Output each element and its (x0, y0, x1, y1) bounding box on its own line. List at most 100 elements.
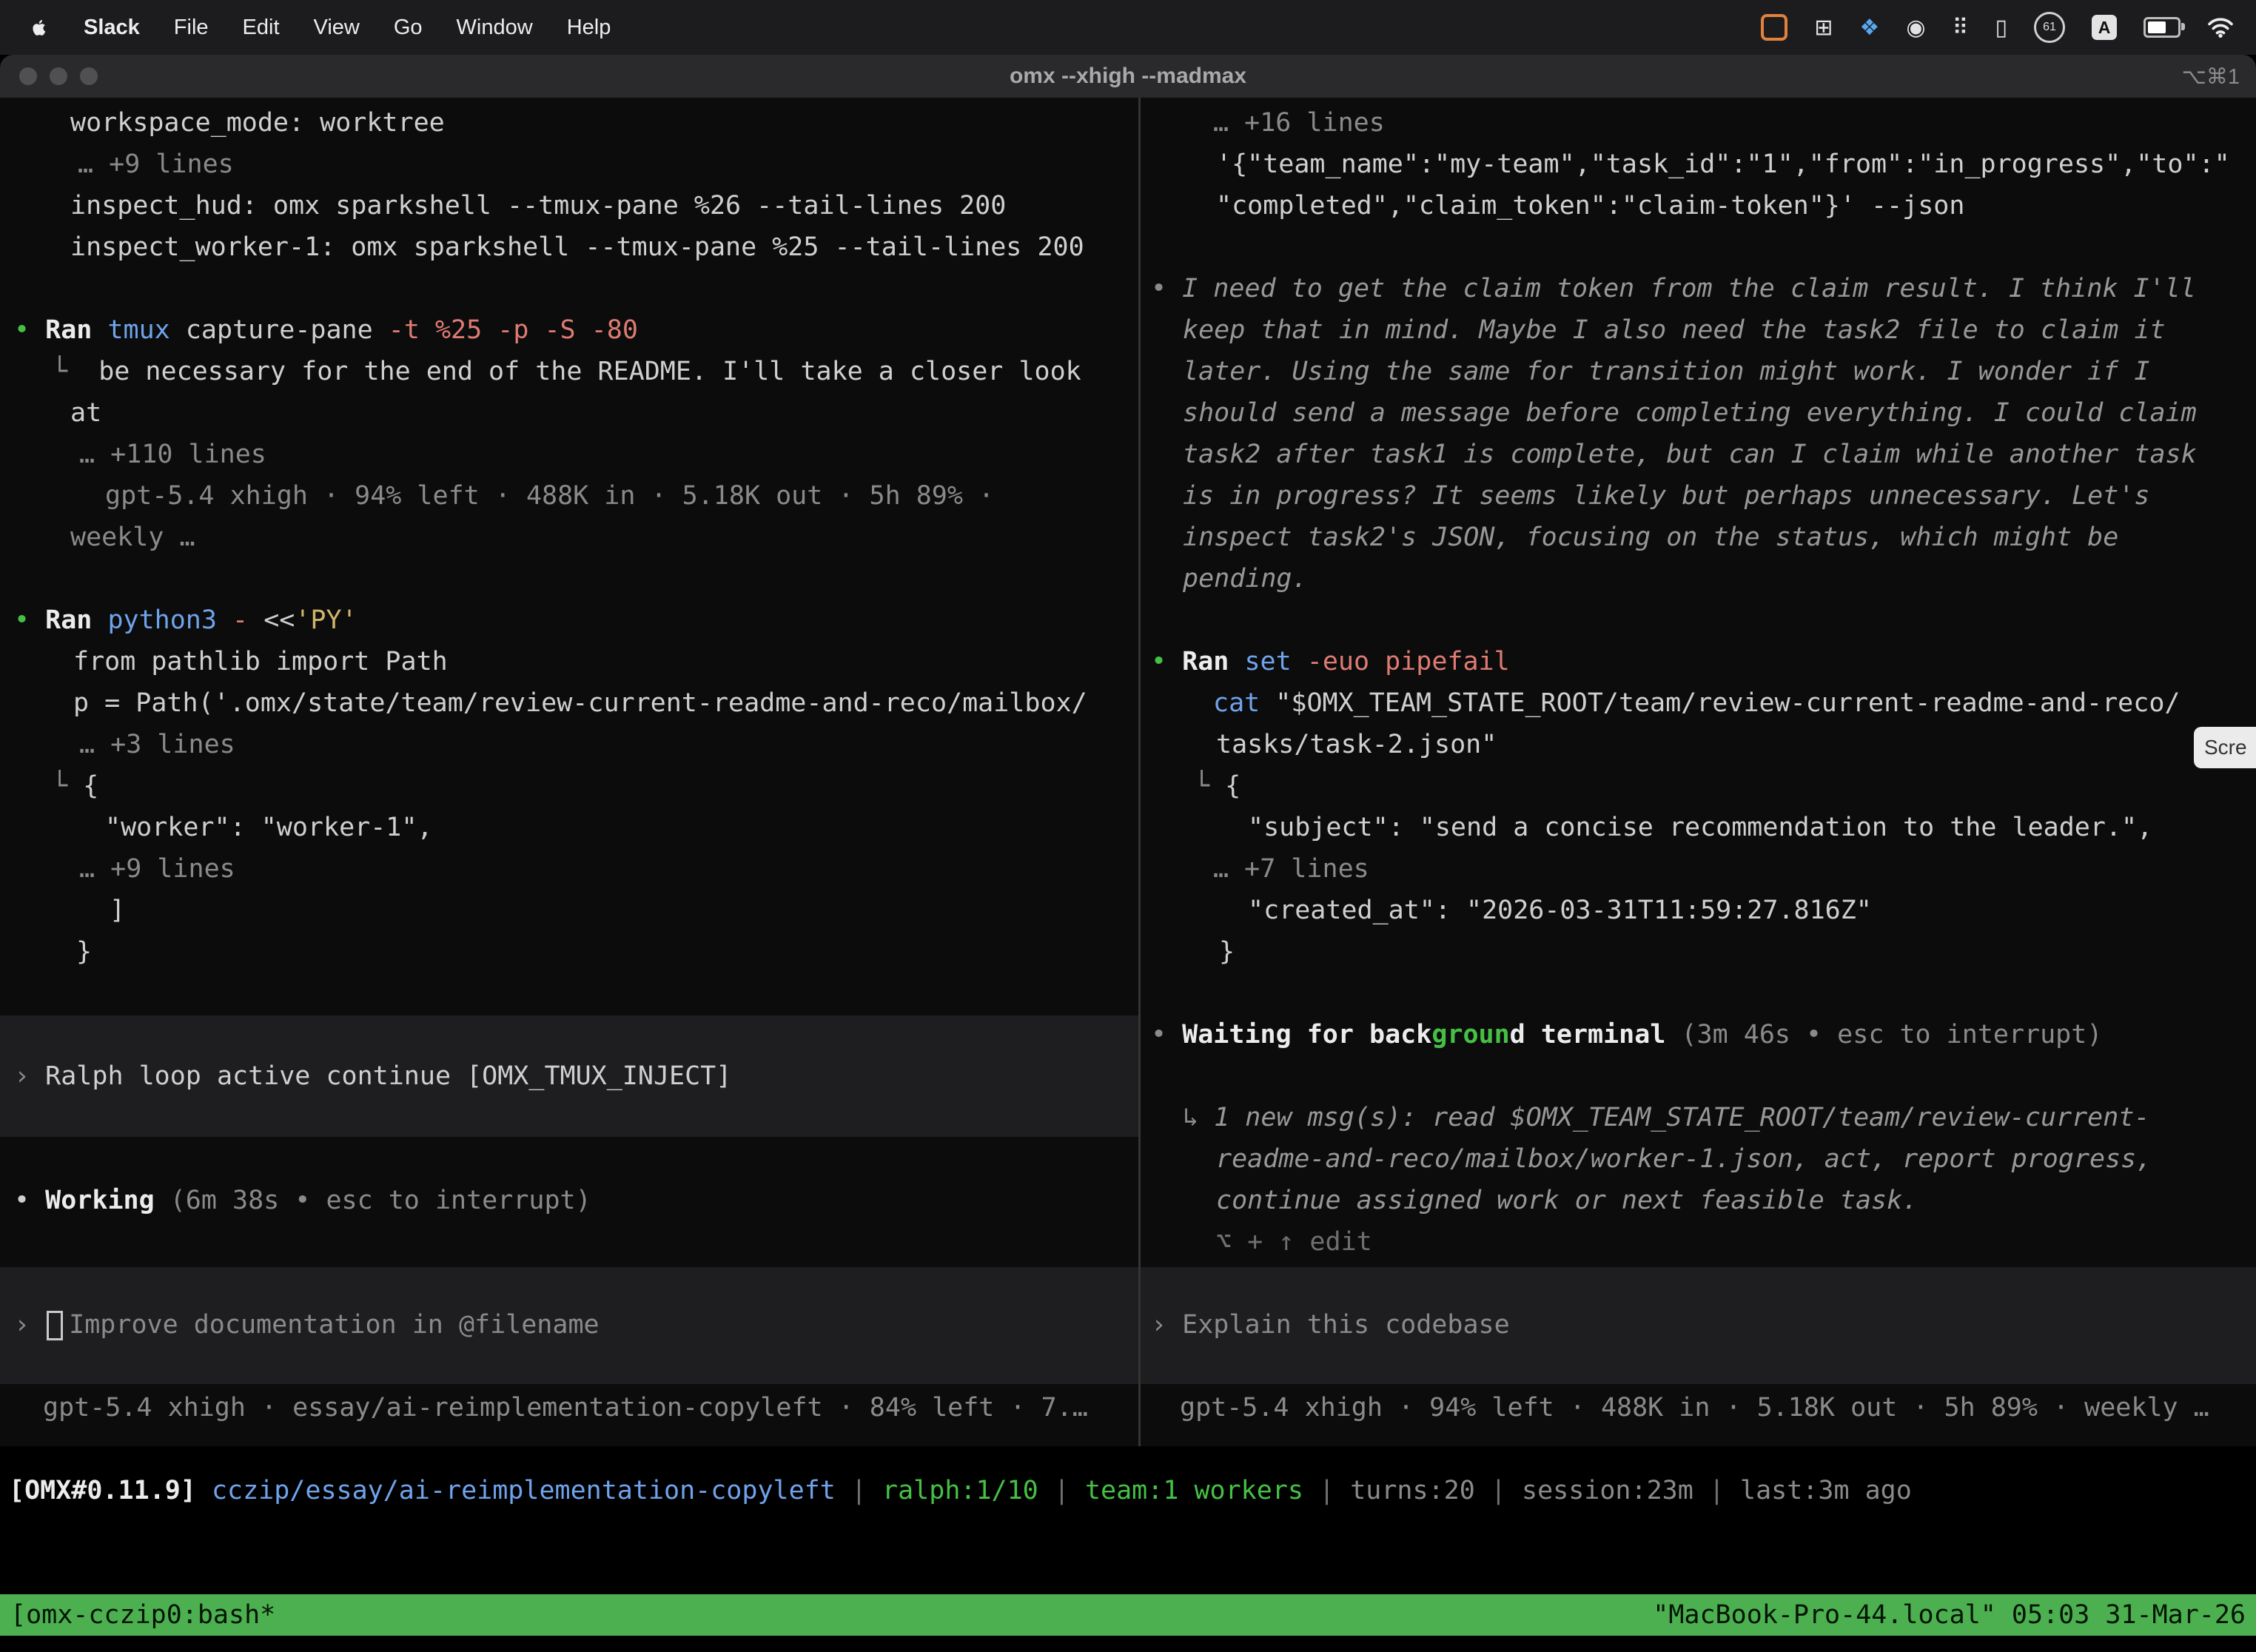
terminal-line: should send a message before completing … (1183, 392, 2197, 434)
text-segment: ] (110, 896, 125, 925)
text-segment: - (232, 605, 263, 635)
text-segment: › (14, 1310, 45, 1340)
text-segment: pending. (1183, 564, 1308, 594)
menu-file[interactable]: File (174, 16, 209, 40)
text-segment: session:23m (1522, 1476, 1693, 1505)
screenshot-thumbnail[interactable]: Scre (2194, 727, 2256, 768)
text-segment: { (1225, 771, 1241, 801)
terminal-line: continue assigned work or next feasible … (1216, 1180, 1918, 1221)
screen-recording-icon[interactable] (1761, 14, 1787, 41)
battery-icon[interactable] (2143, 17, 2181, 38)
terminal-line: } (76, 931, 92, 973)
menu-bar-left: Slack File Edit View Go Window Help (0, 16, 611, 40)
terminal-line: weekly … (70, 517, 195, 558)
terminal: workspace_mode: worktree … +9 lines inspec… (0, 98, 2256, 1446)
tmux-session-window: [omx-cczip0:bash* (10, 1600, 275, 1630)
wifi-icon[interactable] (2207, 16, 2234, 38)
text-segment: turns:20 (1350, 1476, 1475, 1505)
terminal-line: later. Using the same for transition mig… (1183, 351, 2149, 392)
battery-percentage-icon[interactable]: 61 (2034, 12, 2065, 43)
blue-app-icon[interactable]: ❖ (1859, 15, 1879, 41)
terminal-line: pending. (1183, 558, 1308, 600)
terminal-line: workspace_mode: worktree (70, 102, 445, 144)
text-segment: … +3 lines (79, 730, 235, 759)
terminal-line: › Ralph loop active continue [OMX_TMUX_I… (14, 1055, 731, 1097)
window-title: omx --xhigh --madmax (0, 64, 2256, 89)
apple-menu-icon[interactable] (30, 16, 50, 40)
text-segment: gpt-5.4 xhigh · 94% left · 488K in · 5.1… (105, 481, 994, 511)
text-segment: "created_at": "2026-03-31T11:59:27.816Z" (1248, 896, 1872, 925)
text-segment: Waiting for back (1182, 1020, 1431, 1050)
text-segment: › (14, 1061, 45, 1091)
window-manager-icon[interactable]: ⊞ (1814, 15, 1833, 41)
menu-help[interactable]: Help (567, 16, 611, 40)
text-segment: tmux (107, 315, 185, 345)
tmux-status-bar: [omx-cczip0:bash* "MacBook-Pro-44.local"… (0, 1594, 2256, 1636)
text-segment: tasks/task-2.json" (1216, 730, 1497, 759)
text-segment: … +7 lines (1213, 854, 1369, 884)
text-segment: └ (52, 771, 83, 801)
terminal-line: p = Path('.omx/state/team/review-current… (73, 682, 1087, 724)
terminal-line: from pathlib import Path (73, 641, 448, 682)
menu-window[interactable]: Window (457, 16, 533, 40)
text-segment: from pathlib import Path (73, 647, 448, 676)
terminal-pane-left: workspace_mode: worktree … +9 lines inspec… (0, 98, 1138, 1446)
text-segment: 'PY' (295, 605, 357, 635)
terminal-line: task2 after task1 is complete, but can I… (1183, 434, 2197, 475)
window-shortcut-hint: ⌥⌘1 (2181, 64, 2256, 90)
terminal-line: • Ran python3 - <<'PY' (14, 600, 357, 641)
text-segment: gpt-5.4 xhigh · essay/ai-reimplementatio… (43, 1393, 1088, 1423)
text-segment: gpt-5.4 xhigh · 94% left · 488K in · 5.1… (1180, 1393, 2209, 1423)
text-segment: | (1303, 1476, 1350, 1505)
menu-edit[interactable]: Edit (243, 16, 280, 40)
window-title-bar[interactable]: omx --xhigh --madmax ⌥⌘1 (0, 55, 2256, 98)
terminal-line: › Improve documentation in @filename (14, 1304, 600, 1346)
hidden-bar-icon[interactable]: ▯ (1995, 15, 2007, 41)
terminal-line: • Ran set -euo pipefail (1151, 641, 1510, 682)
text-segment: ⌥ + ↑ edit (1216, 1227, 1372, 1257)
dark-app-icon[interactable]: ◉ (1906, 15, 1925, 41)
terminal-line: "worker": "worker-1", (105, 807, 433, 848)
text-segment: groun (1431, 1020, 1509, 1050)
input-source-icon[interactable]: A (2092, 15, 2117, 40)
text-segment: cczip/essay/ai-reimplementation-copyleft (212, 1476, 836, 1505)
menu-go[interactable]: Go (394, 16, 423, 40)
text-segment: inspect_worker-1: omx sparkshell --tmux-… (70, 232, 1084, 262)
terminal-line: keep that in mind. Maybe I also need the… (1183, 309, 2166, 351)
text-segment: └ (1194, 771, 1225, 801)
minimize-button[interactable] (50, 67, 67, 85)
terminal-line: ] (110, 890, 125, 931)
text-segment: 1 new msg(s): read $OMX_TEAM_STATE_ROOT/… (1214, 1103, 2149, 1132)
text-segment: "$OMX_TEAM_STATE_ROOT/team/review-curren… (1275, 688, 2180, 718)
terminal-line: ↳ 1 new msg(s): read $OMX_TEAM_STATE_ROO… (1183, 1097, 2149, 1138)
close-button[interactable] (19, 67, 37, 85)
text-segment: readme-and-reco/mailbox/worker-1.json, a… (1216, 1144, 2152, 1174)
active-app-name[interactable]: Slack (84, 16, 140, 40)
menu-view[interactable]: View (314, 16, 360, 40)
text-segment: • (14, 605, 45, 635)
text-segment: • (14, 1186, 45, 1215)
text-segment: Ran (45, 605, 107, 635)
text-segment: task2 after task1 is complete, but can I… (1183, 440, 2197, 469)
terminal-line: • I need to get the claim token from the… (1151, 268, 2196, 309)
text-segment: › (1151, 1310, 1182, 1340)
terminal-line: … +9 lines (79, 848, 235, 890)
text-segment: weekly … (70, 523, 195, 552)
text-segment: -euo pipefail (1307, 647, 1510, 676)
text-segment: '{"team_name":"my-team","task_id":"1","f… (1216, 150, 2230, 179)
terminal-line: … +7 lines (1213, 848, 1369, 890)
app-grid-icon[interactable]: ⠿ (1953, 15, 1969, 41)
terminal-line: • Waiting for background terminal (3m 46… (1151, 1014, 2102, 1055)
zoom-button[interactable] (80, 67, 98, 85)
text-segment: … +16 lines (1213, 108, 1385, 138)
terminal-line: inspect_hud: omx sparkshell --tmux-pane … (70, 185, 1006, 226)
terminal-line: tasks/task-2.json" (1216, 724, 1497, 765)
text-segment: (3m 46s • esc to interrupt) (1665, 1020, 2102, 1050)
text-segment: -t %25 -p -S -80 (389, 315, 638, 345)
text-segment: team:1 workers (1085, 1476, 1303, 1505)
text-segment: } (1219, 937, 1235, 967)
text-segment: Explain this codebase (1182, 1310, 1510, 1340)
terminal-line: inspect_worker-1: omx sparkshell --tmux-… (70, 226, 1084, 268)
terminal-line: gpt-5.4 xhigh · 94% left · 488K in · 5.1… (1180, 1387, 2209, 1428)
terminal-line: is in progress? It seems likely but perh… (1183, 475, 2149, 517)
